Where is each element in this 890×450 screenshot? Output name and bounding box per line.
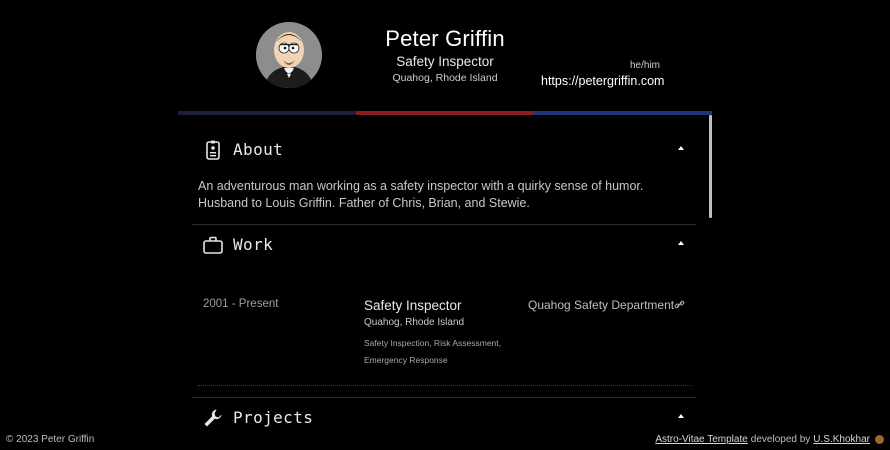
avatar-illustration [256, 22, 322, 88]
smiley-icon [875, 435, 884, 444]
profile-name: Peter Griffin [385, 26, 505, 51]
footer-copyright: © 2023 Peter Griffin [6, 434, 95, 445]
projects-section-header[interactable]: Projects [192, 397, 696, 437]
author-link[interactable]: U.S.Khokhar [813, 434, 870, 445]
wrench-icon [204, 409, 222, 427]
main-content: About An adventurous man working as a sa… [178, 115, 712, 450]
briefcase-icon [203, 236, 223, 254]
template-link[interactable]: Astro-Vitae Template [655, 434, 747, 445]
developed-by-text: developed by [750, 434, 811, 445]
id-badge-icon [206, 140, 220, 160]
work-company: Quahog Safety Department [528, 298, 675, 312]
about-section-title: About [233, 140, 284, 159]
about-text: An adventurous man working as a safety i… [198, 179, 644, 210]
profile-avatar [256, 22, 322, 88]
link-icon[interactable] [674, 299, 685, 310]
footer-credits: Astro-Vitae Template developed by U.S.Kh… [655, 434, 884, 445]
work-location: Quahog, Rhode Island [364, 317, 465, 328]
entry-separator [198, 385, 692, 386]
work-dates: 2001 - Present [203, 298, 279, 310]
profile-location: Quahog, Rhode Island [392, 72, 498, 84]
profile-role: Safety Inspector [396, 54, 494, 69]
collapse-caret-icon[interactable] [678, 241, 684, 245]
website-link[interactable]: https://petergriffin.com [541, 74, 664, 88]
collapse-caret-icon[interactable] [678, 146, 684, 150]
about-section-header[interactable]: About [192, 129, 696, 169]
projects-section-title: Projects [233, 408, 314, 427]
work-title: Safety Inspector [364, 298, 462, 313]
work-tags: Safety Inspection, Risk Assessment, Emer… [364, 338, 502, 365]
resume-page: Peter Griffin Safety Inspector Quahog, R… [0, 0, 890, 450]
work-section-header[interactable]: Work [192, 224, 696, 264]
work-section-title: Work [233, 235, 274, 254]
collapse-caret-icon[interactable] [678, 414, 684, 418]
profile-pronouns: he/him [629, 60, 660, 71]
